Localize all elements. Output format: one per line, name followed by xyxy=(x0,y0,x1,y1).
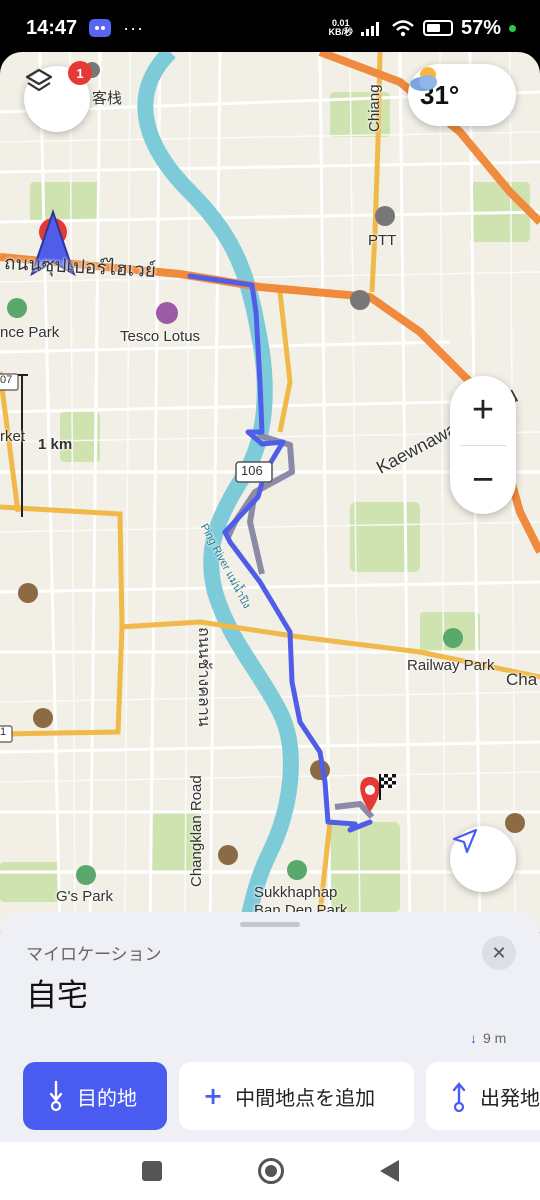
map-view[interactable]: 客栈 Chiang PTT ถนนซุปเปอร์ไฮเวย์ nce Park… xyxy=(0,52,540,932)
add-waypoint-button[interactable]: + 中間地点を追加 xyxy=(179,1062,414,1130)
weather-widget[interactable]: 31° xyxy=(408,64,516,126)
layers-icon xyxy=(25,68,53,92)
label-kezhan: 客栈 xyxy=(92,90,123,107)
sheet-actions: 目的地 + 中間地点を追加 出発地 xyxy=(0,1062,540,1132)
start-point-label: 出発地 xyxy=(480,1085,540,1110)
destination-icon xyxy=(49,1080,63,1112)
sheet-subtitle: マイロケーション xyxy=(26,945,162,965)
arrow-down-icon: ↓ xyxy=(470,1030,477,1046)
battery-icon xyxy=(422,20,453,36)
label-tesco-lotus: Tesco Lotus xyxy=(120,328,201,345)
start-point-icon xyxy=(452,1082,466,1112)
layers-badge: 1 xyxy=(68,61,92,85)
signal-icon xyxy=(360,22,379,36)
recents-button[interactable] xyxy=(141,1161,162,1181)
location-sheet: マイロケーション 自宅 ✕ ↓ 9 m 目的地 + 中間地点を追加 出発地 xyxy=(0,912,540,1142)
label-gs-park: G's Park xyxy=(56,888,114,905)
zoom-out-button[interactable]: − xyxy=(450,446,516,515)
label-changklan-thai: ถนนช้างคลาน xyxy=(195,627,212,727)
label-road-1: 1 xyxy=(0,726,7,738)
start-point-button[interactable]: 出発地 xyxy=(426,1062,540,1130)
more-notifications-icon: ··· xyxy=(123,17,145,38)
wifi-icon xyxy=(392,20,414,37)
label-rket: rket xyxy=(0,428,26,445)
label-park-left: nce Park xyxy=(0,324,60,341)
label-cha: Cha xyxy=(506,670,538,689)
my-location-button[interactable] xyxy=(450,826,516,892)
navigation-arrow-icon xyxy=(452,828,478,854)
label-sukkhaphap: Sukkhaphap xyxy=(254,884,338,901)
label-chiang: Chiang xyxy=(366,84,383,132)
label-railway-park: Railway Park xyxy=(407,657,495,674)
status-bar: 14:47 ··· 0.01 KB/秒 57% xyxy=(0,0,540,56)
privacy-indicator-icon xyxy=(509,24,516,32)
plus-icon: + xyxy=(203,1082,224,1110)
label-changklan-road: Changklan Road xyxy=(188,775,205,887)
destination-label: 目的地 xyxy=(77,1085,137,1110)
zoom-in-button[interactable]: + xyxy=(450,376,516,445)
elevation-info: ↓ 9 m xyxy=(470,1030,506,1046)
discord-icon xyxy=(89,19,112,37)
alternate-route xyxy=(225,432,375,820)
zoom-controls: + − xyxy=(450,376,516,514)
add-waypoint-label: 中間地点を追加 xyxy=(235,1085,376,1110)
close-button[interactable]: ✕ xyxy=(482,936,516,970)
destination-button[interactable]: 目的地 xyxy=(23,1062,167,1130)
partly-cloudy-icon xyxy=(410,67,437,91)
battery-percent: 57% xyxy=(460,16,501,39)
scale-label: 1 km xyxy=(38,436,73,453)
label-road-106: 106 xyxy=(241,463,263,478)
status-time: 14:47 xyxy=(26,16,78,39)
system-nav-bar xyxy=(0,1142,540,1200)
sheet-handle[interactable] xyxy=(240,922,300,927)
label-ptt: PTT xyxy=(368,232,397,249)
home-button[interactable] xyxy=(257,1158,284,1184)
label-road-07: 07 xyxy=(0,374,13,386)
network-speed: 0.01 KB/秒 xyxy=(328,18,353,37)
back-button[interactable] xyxy=(379,1160,399,1182)
sheet-title: 自宅 xyxy=(26,978,88,1014)
elevation-value: 9 m xyxy=(483,1030,507,1046)
